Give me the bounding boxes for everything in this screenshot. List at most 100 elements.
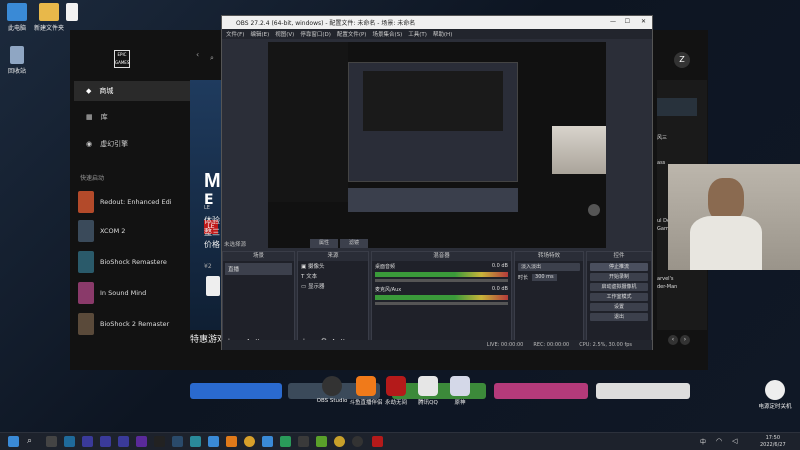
volume-meter [375, 295, 508, 300]
ime-indicator[interactable]: 中 [700, 437, 706, 446]
camera-icon: ▣ [301, 264, 308, 270]
nav-unreal[interactable]: ◉ 虚幻引擎 [74, 134, 194, 154]
minimize-icon[interactable]: — [610, 18, 616, 25]
featured-buy-button[interactable] [206, 276, 220, 296]
taskbar-app-icon[interactable] [334, 436, 345, 447]
task-view-icon[interactable] [46, 436, 57, 447]
qq-icon [418, 376, 438, 396]
featured-legend: LE [204, 205, 210, 211]
controls-dock: 控件 停止推流 开始录制 启动虚拟摄像机 工作室模式 设置 退出 [586, 251, 652, 348]
obs-statusbar: LIVE: 00:00:00 REC: 00:00:00 CPU: 2.5%, … [222, 340, 652, 350]
game-item[interactable]: In Sound Mind [78, 281, 193, 305]
me-icon[interactable] [100, 436, 111, 447]
start-recording-button[interactable]: 开始录制 [590, 273, 648, 281]
preview-nested-screen [363, 71, 503, 131]
sources-dock: 来源 ▣ 摄像头 T 文本 ▭ 显示器 +−⚙∧∨ [297, 251, 369, 348]
scene-item[interactable]: 直播 [225, 263, 292, 275]
search-icon[interactable]: ⌕ [27, 436, 38, 447]
epic-logo[interactable]: EPIC GAMES [114, 50, 130, 68]
volume-meter [375, 272, 508, 277]
live-status: LIVE: 00:00:00 [486, 342, 524, 348]
duration-input[interactable]: 300 ms [532, 274, 557, 281]
game-item[interactable]: XCOM 2 [78, 219, 193, 243]
taskbar-app-icon[interactable] [226, 436, 237, 447]
obs-taskbar-icon[interactable] [352, 436, 363, 447]
filters-button[interactable]: 滤镜 [340, 239, 368, 248]
ae-icon[interactable] [82, 436, 93, 447]
pr-icon[interactable] [136, 436, 147, 447]
taskbar-app-icon[interactable] [262, 436, 273, 447]
ps-icon[interactable] [64, 436, 75, 447]
right-text: 风三 [657, 135, 668, 141]
carousel-prev-button[interactable]: ‹ [668, 335, 678, 345]
menu-tools[interactable]: 工具(T) [408, 30, 427, 38]
taskbar-app-icon[interactable] [172, 436, 183, 447]
menu-edit[interactable]: 编辑(E) [250, 30, 269, 38]
carousel-next-button[interactable]: › [680, 335, 690, 345]
desktop-icon-file[interactable] [62, 3, 82, 23]
wifi-icon[interactable]: ◠ [716, 437, 722, 445]
naraka-icon [386, 376, 406, 396]
start-icon[interactable] [8, 436, 19, 447]
desktop-icon-recycle-bin[interactable]: 回收站 [0, 46, 34, 75]
clock[interactable]: 17:50 2022/6/27 [760, 435, 786, 449]
special-game-card[interactable] [494, 383, 588, 399]
chrome-icon[interactable] [244, 436, 255, 447]
duration-label: 时长 [518, 275, 529, 281]
menu-profile[interactable]: 配置文件(P) [337, 30, 367, 38]
volume-slider[interactable] [375, 302, 508, 305]
epic-taskbar-icon[interactable] [154, 436, 165, 447]
studio-mode-button[interactable]: 工作室模式 [590, 293, 648, 301]
desktop-shortcut-shutdown[interactable]: 电源定时关机 [755, 380, 795, 410]
volume-slider[interactable] [375, 279, 508, 282]
source-item[interactable]: T 文本 [298, 271, 368, 281]
menu-file[interactable]: 文件(F) [226, 30, 244, 38]
volume-icon[interactable]: ◁ [732, 437, 737, 445]
special-game-card[interactable] [190, 383, 282, 399]
menu-view[interactable]: 视图(V) [275, 30, 294, 38]
virtual-camera-button[interactable]: 启动虚拟摄像机 [590, 283, 648, 291]
menu-help[interactable]: 帮助(H) [433, 30, 452, 38]
scenes-dock-title: 场景 [223, 252, 294, 261]
obs-icon [322, 376, 342, 396]
sources-dock-title: 来源 [298, 252, 368, 261]
close-icon[interactable]: ✕ [641, 18, 646, 25]
scenes-dock: 场景 直播 +−∧∨ [222, 251, 295, 348]
menu-scene-collection[interactable]: 场景集合(S) [372, 30, 402, 38]
source-item[interactable]: ▣ 摄像头 [298, 261, 368, 271]
obs-titlebar[interactable]: OBS 27.2.4 (64-bit, windows) - 配置文件: 未命名… [222, 16, 652, 29]
grid-icon: ▦ [86, 113, 93, 121]
desktop-shortcut-genshin[interactable]: 原神 [440, 376, 480, 406]
game-item[interactable]: Redout: Enhanced Edi [78, 190, 193, 214]
taskbar-app-icon[interactable] [208, 436, 219, 447]
desktop-icon-new-folder[interactable]: 新建文件夹 [32, 3, 66, 32]
taskbar-app-icon[interactable] [298, 436, 309, 447]
nav-library[interactable]: ▦ 库 [74, 107, 194, 127]
menu-docks[interactable]: 停靠窗口(D) [300, 30, 331, 38]
properties-button[interactable]: 属性 [310, 239, 338, 248]
monitor-icon: ▭ [301, 284, 308, 290]
preview-webcam [552, 126, 606, 174]
settings-button[interactable]: 设置 [590, 303, 648, 311]
taskbar-app-icon[interactable] [372, 436, 383, 447]
taskbar-app-icon[interactable] [316, 436, 327, 447]
exit-button[interactable]: 退出 [590, 313, 648, 321]
transition-select[interactable]: 淡入淡出 [518, 263, 580, 271]
obs-preview[interactable] [268, 42, 606, 248]
nav-store[interactable]: ◆ 商城 [74, 81, 194, 101]
preview-nested-taskbar [348, 188, 518, 212]
maximize-icon[interactable]: ☐ [625, 18, 630, 25]
game-item[interactable]: BioShock Remastere [78, 250, 193, 274]
game-item[interactable]: BioShock 2 Remaster [78, 312, 193, 336]
taskbar-app-icon[interactable] [280, 436, 291, 447]
taskbar-app-icon[interactable] [190, 436, 201, 447]
desktop-icon-this-pc[interactable]: 此电脑 [0, 3, 34, 32]
featured-title: M [204, 170, 221, 192]
user-avatar[interactable]: Z [674, 52, 690, 68]
right-card[interactable] [657, 98, 697, 116]
special-game-card[interactable] [596, 383, 690, 399]
stop-streaming-button[interactable]: 停止推流 [590, 263, 648, 271]
webcam-overlay [668, 164, 800, 270]
source-item[interactable]: ▭ 显示器 [298, 281, 368, 291]
ae2-icon[interactable] [118, 436, 129, 447]
